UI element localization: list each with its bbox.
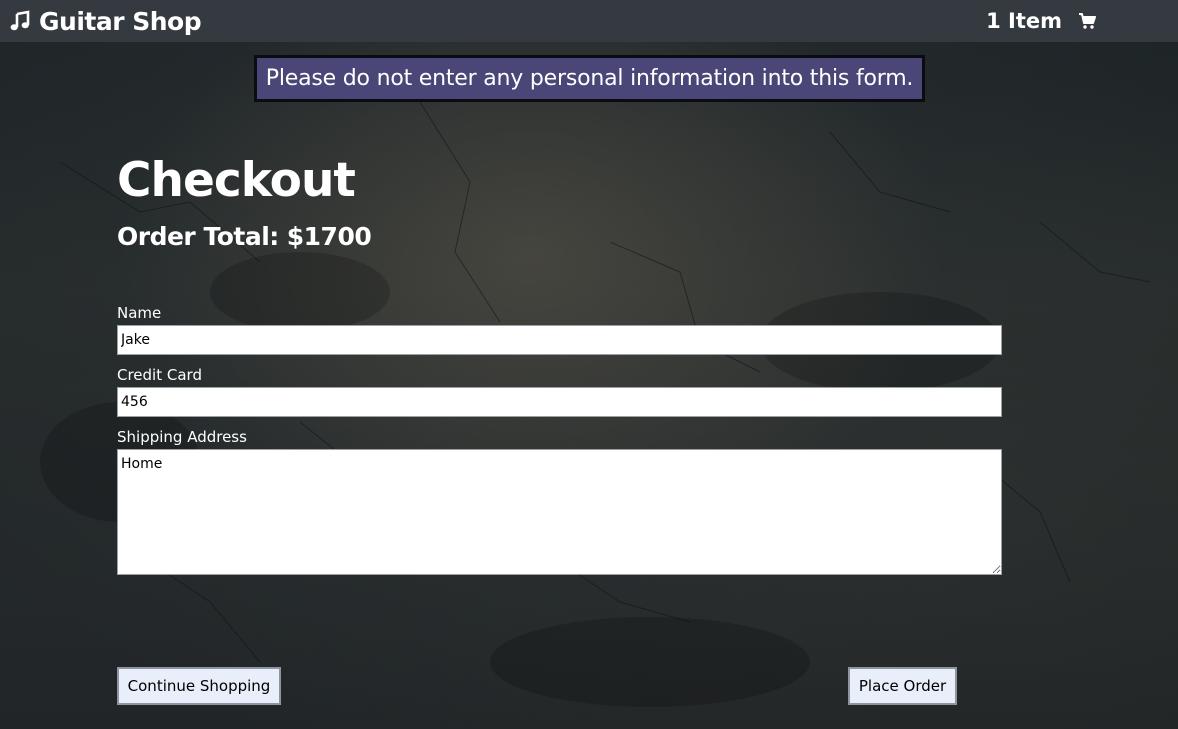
music-note-icon bbox=[9, 10, 31, 32]
checkout-section: Checkout Order Total: $1700 Name Credit … bbox=[117, 150, 1002, 575]
cart-link[interactable]: 1 Item bbox=[986, 0, 1096, 42]
continue-shopping-button[interactable]: Continue Shopping bbox=[117, 667, 281, 705]
shipping-address-label: Shipping Address bbox=[117, 428, 247, 446]
privacy-warning-text: Please do not enter any personal informa… bbox=[265, 66, 914, 91]
checkout-form: Name Credit Card Shipping Address Home bbox=[117, 303, 1002, 575]
credit-card-input[interactable] bbox=[117, 387, 1002, 417]
shipping-address-textarea[interactable]: Home bbox=[117, 449, 1002, 575]
name-label: Name bbox=[117, 304, 162, 322]
top-navbar: Guitar Shop 1 Item bbox=[0, 0, 1178, 42]
credit-card-label: Credit Card bbox=[117, 366, 202, 384]
page-title: Checkout bbox=[117, 153, 356, 208]
order-total: Order Total: $1700 bbox=[117, 222, 1002, 252]
order-total-value: $1700 bbox=[286, 222, 372, 251]
place-order-button[interactable]: Place Order bbox=[848, 667, 957, 705]
cart-item-count: 1 Item bbox=[986, 9, 1062, 33]
brand-name: Guitar Shop bbox=[39, 6, 202, 36]
brand-link[interactable]: Guitar Shop bbox=[9, 0, 202, 42]
order-total-label: Order Total: bbox=[117, 222, 279, 251]
privacy-warning-banner: Please do not enter any personal informa… bbox=[254, 55, 925, 102]
name-input[interactable] bbox=[117, 325, 1002, 355]
shopping-cart-icon bbox=[1078, 12, 1096, 30]
